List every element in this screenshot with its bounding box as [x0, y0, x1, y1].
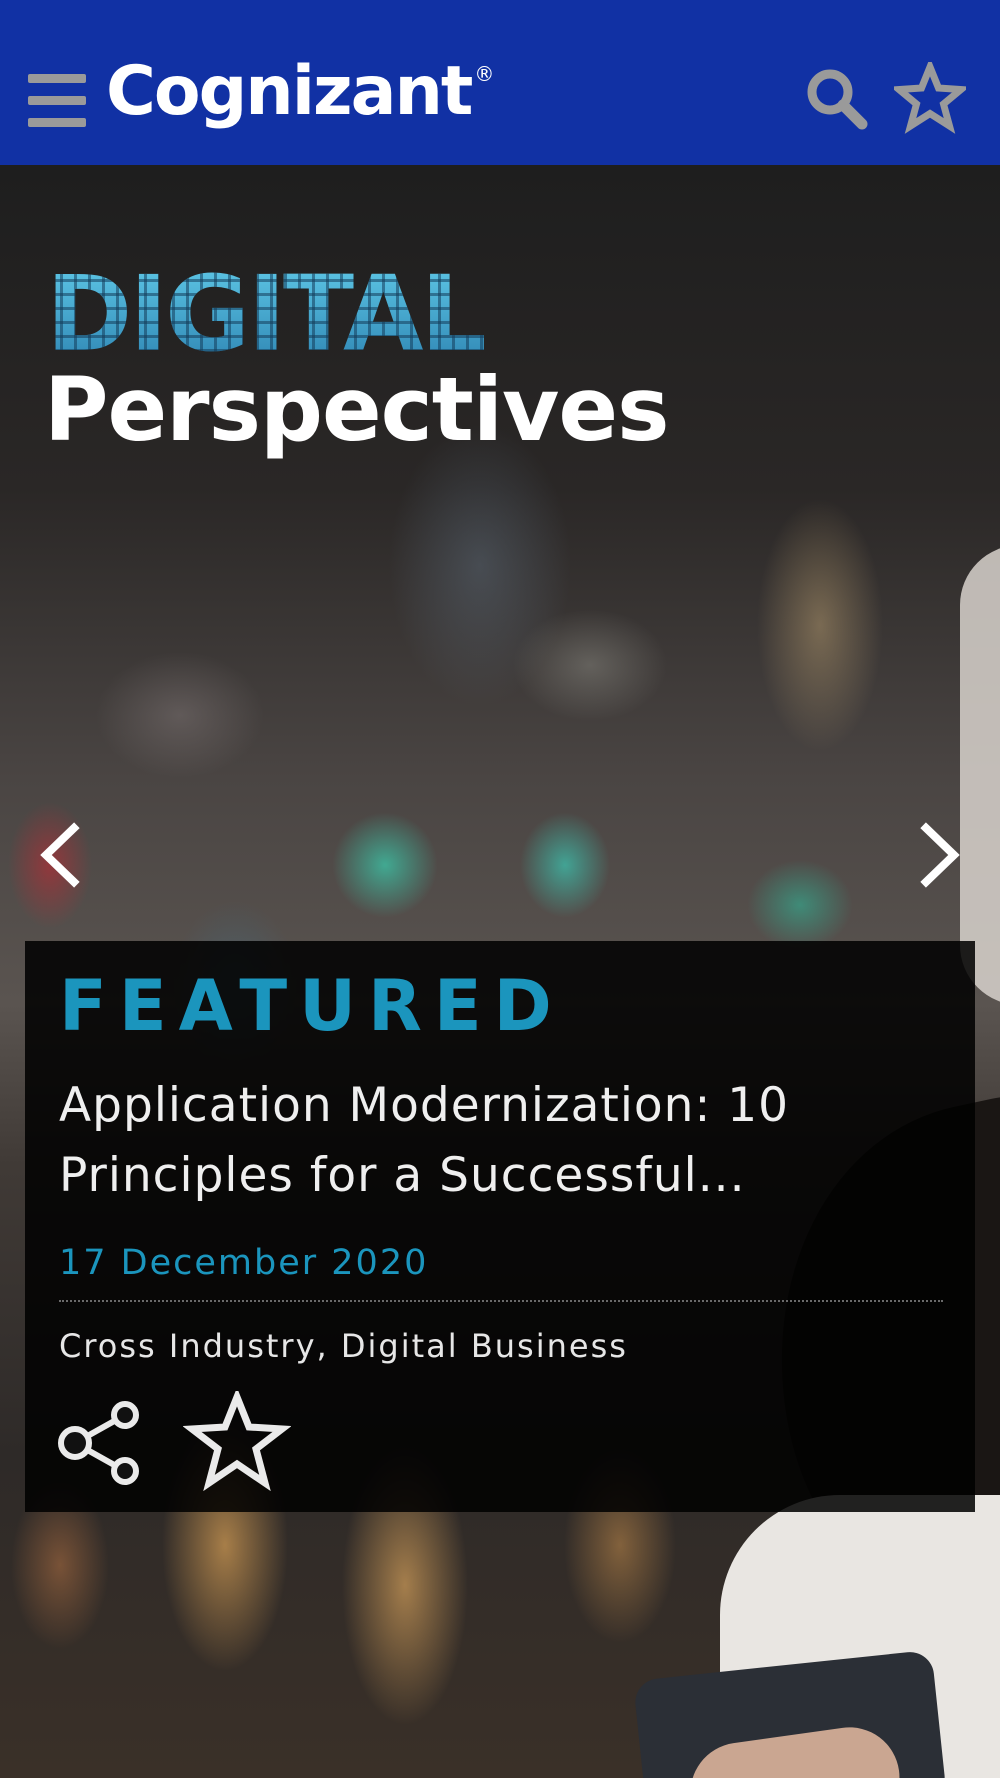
hamburger-menu-icon[interactable]: [28, 74, 86, 128]
hero-image-person: [960, 545, 1000, 1005]
chevron-right-icon[interactable]: [914, 820, 964, 890]
hero-title-perspectives: Perspectives: [44, 358, 669, 461]
featured-article-card[interactable]: FEATURED Application Modernization: 10 P…: [25, 941, 975, 1512]
top-app-bar: Cognizant ®: [0, 0, 1000, 165]
share-icon[interactable]: [53, 1401, 145, 1485]
divider: [59, 1300, 943, 1302]
article-date: 17 December 2020: [59, 1243, 429, 1283]
brand-name: Cognizant: [106, 52, 473, 131]
chevron-left-icon[interactable]: [36, 820, 86, 890]
article-tags: Cross Industry, Digital Business: [59, 1327, 628, 1365]
star-icon[interactable]: [894, 62, 966, 134]
featured-label: FEATURED: [59, 965, 564, 1047]
hero-title-digital: DIGITAL: [46, 253, 484, 375]
brand-logo[interactable]: Cognizant ®: [106, 58, 494, 126]
registered-mark: ®: [474, 62, 495, 86]
article-title-link[interactable]: Application Modernization: 10 Principles…: [59, 1071, 929, 1211]
bookmark-star-icon[interactable]: [183, 1391, 291, 1491]
search-icon[interactable]: [800, 62, 872, 134]
